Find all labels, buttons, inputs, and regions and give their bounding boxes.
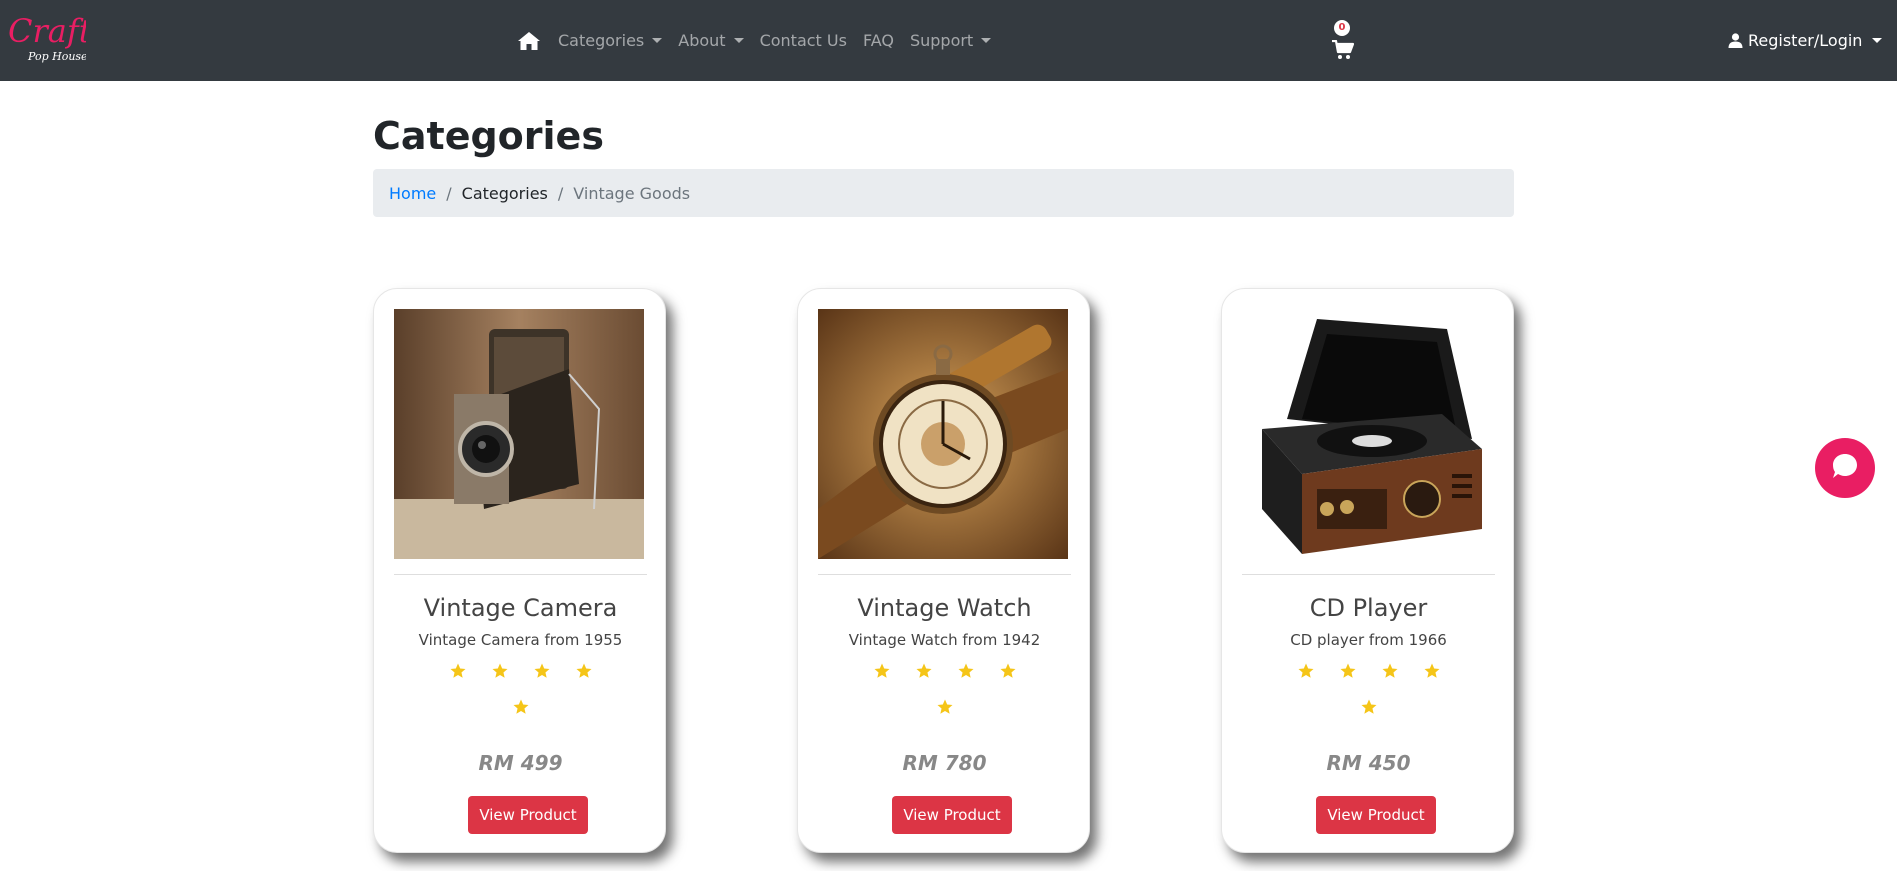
star-rating <box>1282 662 1455 718</box>
nav-faq-label: FAQ <box>862 31 894 50</box>
product-name: Vintage Camera <box>423 594 618 622</box>
star-icon <box>945 662 987 682</box>
chat-button[interactable] <box>1815 438 1875 498</box>
star-icon <box>1327 662 1369 682</box>
breadcrumb-categories[interactable]: Categories <box>462 184 548 203</box>
home-icon[interactable] <box>517 29 543 53</box>
product-price: RM 499 <box>478 751 563 775</box>
product-image[interactable] <box>818 309 1068 559</box>
nav-faq[interactable]: FAQ <box>863 31 894 50</box>
cart-count-badge: 0 <box>1334 20 1350 36</box>
divider <box>1242 574 1495 575</box>
chevron-down-icon <box>981 38 992 43</box>
view-product-button[interactable]: View Product <box>892 796 1012 834</box>
svg-text:Pop House: Pop House <box>27 50 86 63</box>
nav-contact-us-label: Contact Us <box>759 31 847 50</box>
product-image[interactable] <box>394 309 644 559</box>
star-icon <box>521 662 563 682</box>
breadcrumb: Home / Categories / Vintage Goods <box>373 169 1514 217</box>
breadcrumb-home[interactable]: Home <box>389 184 436 203</box>
star-icon <box>924 698 966 718</box>
account-menu[interactable]: Register/Login <box>1728 0 1883 81</box>
account-label: Register/Login <box>1748 31 1863 50</box>
breadcrumb-current: Vintage Goods <box>573 183 691 203</box>
product-card: Vintage Camera Vintage Camera from 1955 … <box>373 288 666 853</box>
star-icon <box>479 662 521 682</box>
star-rating <box>434 662 607 718</box>
chevron-down-icon <box>652 38 663 43</box>
chat-bubble-icon <box>1830 451 1860 485</box>
nav-about[interactable]: About <box>678 31 744 50</box>
product-card: Vintage Watch Vintage Watch from 1942 RM… <box>797 288 1090 853</box>
product-name: CD Player <box>1309 594 1428 622</box>
nav-contact-us[interactable]: Contact Us <box>760 31 847 50</box>
star-icon <box>1348 698 1390 718</box>
star-rating <box>858 662 1031 718</box>
view-product-button[interactable]: View Product <box>468 796 588 834</box>
star-icon <box>437 662 479 682</box>
nav-categories-label: Categories <box>558 31 645 50</box>
divider <box>394 574 647 575</box>
main-nav: Categories About Contact Us FAQ Support <box>517 0 1007 81</box>
product-card: CD Player CD player from 1966 RM 450 Vie… <box>1221 288 1514 853</box>
brand-logo[interactable]: Craft Pop House <box>6 10 92 68</box>
page-title: Categories <box>373 114 604 158</box>
star-icon <box>1285 662 1327 682</box>
nav-about-label: About <box>678 31 726 50</box>
chevron-down-icon <box>1872 38 1883 43</box>
breadcrumb-separator: / <box>557 183 564 203</box>
divider <box>818 574 1071 575</box>
product-price: RM 780 <box>902 751 987 775</box>
product-price: RM 450 <box>1326 751 1411 775</box>
user-icon <box>1728 33 1743 48</box>
star-icon <box>861 662 903 682</box>
product-description: Vintage Camera from 1955 <box>418 631 623 649</box>
star-icon <box>1369 662 1411 682</box>
chevron-down-icon <box>733 38 744 43</box>
view-product-button[interactable]: View Product <box>1316 796 1436 834</box>
nav-categories[interactable]: Categories <box>558 31 663 50</box>
nav-support[interactable]: Support <box>909 31 992 50</box>
product-image[interactable] <box>1242 309 1492 559</box>
star-icon <box>500 698 542 718</box>
product-description: Vintage Watch from 1942 <box>848 631 1041 649</box>
svg-text:Craft: Craft <box>8 12 86 50</box>
nav-support-label: Support <box>909 31 974 50</box>
product-description: CD player from 1966 <box>1290 631 1447 649</box>
star-icon <box>903 662 945 682</box>
star-icon <box>1411 662 1453 682</box>
top-navbar: Craft Pop House Categories About Contact… <box>0 0 1897 81</box>
star-icon <box>563 662 605 682</box>
product-name: Vintage Watch <box>857 594 1032 622</box>
cart-icon <box>1332 39 1355 64</box>
cart-button[interactable]: 0 <box>1330 18 1360 64</box>
star-icon <box>987 662 1029 682</box>
breadcrumb-separator: / <box>446 183 452 203</box>
